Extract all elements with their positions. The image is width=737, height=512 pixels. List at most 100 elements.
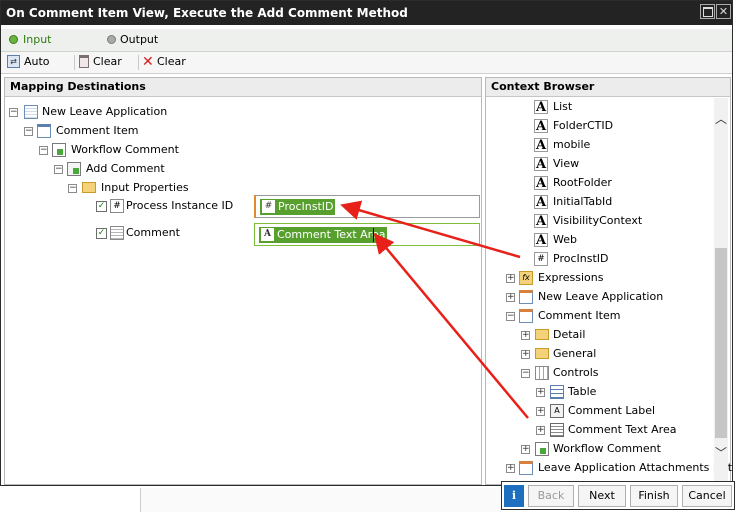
expand-icon[interactable]: + [536, 388, 545, 397]
text-field-icon: A [534, 157, 548, 172]
text-area-icon [550, 423, 564, 437]
view-icon [519, 309, 533, 323]
field-label: InitialTabId [553, 195, 613, 208]
field-label: List [553, 100, 573, 113]
clear-all-button[interactable]: Clear All [78, 52, 136, 88]
clear-selected-button[interactable]: ✕ Clear Selected [142, 52, 232, 88]
scroll-up-icon[interactable]: ︿ [715, 110, 727, 127]
text-field-icon: A [534, 119, 548, 134]
expand-icon[interactable]: + [521, 445, 530, 454]
info-button[interactable]: i [504, 485, 524, 507]
view-icon [37, 124, 51, 138]
text-area-icon: A [261, 228, 274, 241]
toolbar-divider [74, 55, 75, 70]
collapse-icon[interactable]: − [521, 369, 530, 378]
node-label: Process Instance ID [126, 199, 234, 212]
form-icon [24, 105, 38, 119]
text-field-icon: A [534, 100, 548, 115]
background-strip [140, 488, 501, 512]
comment-mapping-field[interactable]: A Comment Text Area [254, 223, 480, 246]
expand-icon[interactable]: + [536, 426, 545, 435]
expand-icon[interactable]: + [506, 464, 515, 473]
mapping-tabs: Input Mappings Output Mappings [1, 29, 732, 68]
node-label: Leave Application Attachments List [538, 461, 733, 474]
mapping-destinations-panel: Mapping Destinations − New Leave Applica… [4, 77, 482, 485]
text-field-icon: A [534, 214, 548, 229]
collapse-icon[interactable]: − [68, 184, 77, 193]
close-button[interactable]: ✕ [716, 4, 731, 19]
finish-label: Finish [638, 489, 670, 502]
process-instance-id-mapping-field[interactable]: # ProcInstID [254, 195, 480, 218]
expand-icon[interactable]: + [506, 274, 515, 283]
expand-icon[interactable]: + [536, 407, 545, 416]
field-label: RootFolder [553, 176, 612, 189]
smartobject-icon [535, 442, 549, 456]
list-view-icon [519, 461, 533, 475]
node-label: Table [568, 385, 597, 398]
collapse-icon[interactable]: − [9, 108, 18, 117]
grey-dot-icon [107, 35, 116, 44]
folder-icon [535, 329, 549, 340]
scroll-down-icon[interactable]: ﹀ [715, 444, 727, 461]
tab-input-mappings[interactable]: Input Mappings [7, 29, 99, 68]
tab-output-mappings[interactable]: Output Mappings [105, 29, 205, 68]
collapse-icon[interactable]: − [39, 146, 48, 155]
field-label: Web [553, 233, 577, 246]
title-bar: On Comment Item View, Execute the Add Co… [1, 1, 732, 25]
panel-header: Mapping Destinations [5, 78, 481, 97]
expand-icon[interactable]: + [521, 350, 530, 359]
chip-label: ProcInstID [278, 200, 334, 213]
back-button[interactable]: Back [528, 485, 574, 507]
checkbox[interactable]: ✓ [96, 228, 107, 239]
memo-property-icon [110, 226, 124, 240]
controls-icon [535, 366, 549, 380]
mapped-value-chip[interactable]: # ProcInstID [260, 199, 336, 215]
node-label: Comment Item [538, 309, 621, 322]
node-label: Detail [553, 328, 586, 341]
node-label: Input Properties [101, 181, 189, 194]
toolbar-divider [138, 55, 139, 70]
table-icon [550, 385, 564, 399]
number-field-icon: # [534, 252, 548, 266]
node-label: Workflow Comment [553, 442, 661, 455]
context-scrollbar[interactable]: ︿ ﹀ [714, 98, 728, 484]
field-label: FolderCTID [553, 119, 614, 132]
node-label: General [553, 347, 597, 360]
info-icon: i [511, 489, 517, 502]
cancel-label: Cancel [688, 489, 726, 502]
back-label: Back [537, 489, 565, 502]
trash-icon [79, 55, 89, 68]
node-label: Comment [126, 226, 180, 239]
node-label: New Leave Application [42, 105, 168, 118]
cancel-button[interactable]: Cancel [682, 485, 732, 507]
number-property-icon: # [110, 199, 124, 213]
maximize-button[interactable] [700, 4, 715, 19]
field-label: VisibilityContext [553, 214, 643, 227]
dialog-title: On Comment Item View, Execute the Add Co… [6, 6, 408, 20]
text-field-icon: A [534, 195, 548, 210]
checkbox[interactable]: ✓ [96, 201, 107, 212]
collapse-icon[interactable]: − [24, 127, 33, 136]
node-label: Comment Item [56, 124, 139, 137]
collapse-icon[interactable]: − [54, 165, 63, 174]
node-label: Add Comment [86, 162, 165, 175]
collapse-icon[interactable]: − [506, 312, 515, 321]
number-field-icon: # [262, 200, 275, 213]
scrollbar-thumb[interactable] [715, 248, 727, 438]
field-label: View [553, 157, 580, 170]
node-label: Workflow Comment [71, 143, 179, 156]
node-label: Expressions [538, 271, 604, 284]
mapped-value-chip[interactable]: A Comment Text Area [259, 227, 388, 243]
text-field-icon: A [534, 138, 548, 153]
chip-label: Comment Text Area [277, 228, 386, 241]
auto-map-icon: ⇄ [7, 55, 20, 68]
wizard-footer: i Back Next Finish Cancel [501, 481, 735, 510]
expand-icon[interactable]: + [521, 331, 530, 340]
smartobject-icon [52, 143, 66, 157]
folder-icon [535, 348, 549, 359]
next-button[interactable]: Next [578, 485, 626, 507]
red-x-icon: ✕ [142, 54, 154, 70]
expand-icon[interactable]: + [506, 293, 515, 302]
auto-map-button[interactable]: ⇄ Auto Map [7, 52, 71, 88]
finish-button[interactable]: Finish [630, 485, 678, 507]
